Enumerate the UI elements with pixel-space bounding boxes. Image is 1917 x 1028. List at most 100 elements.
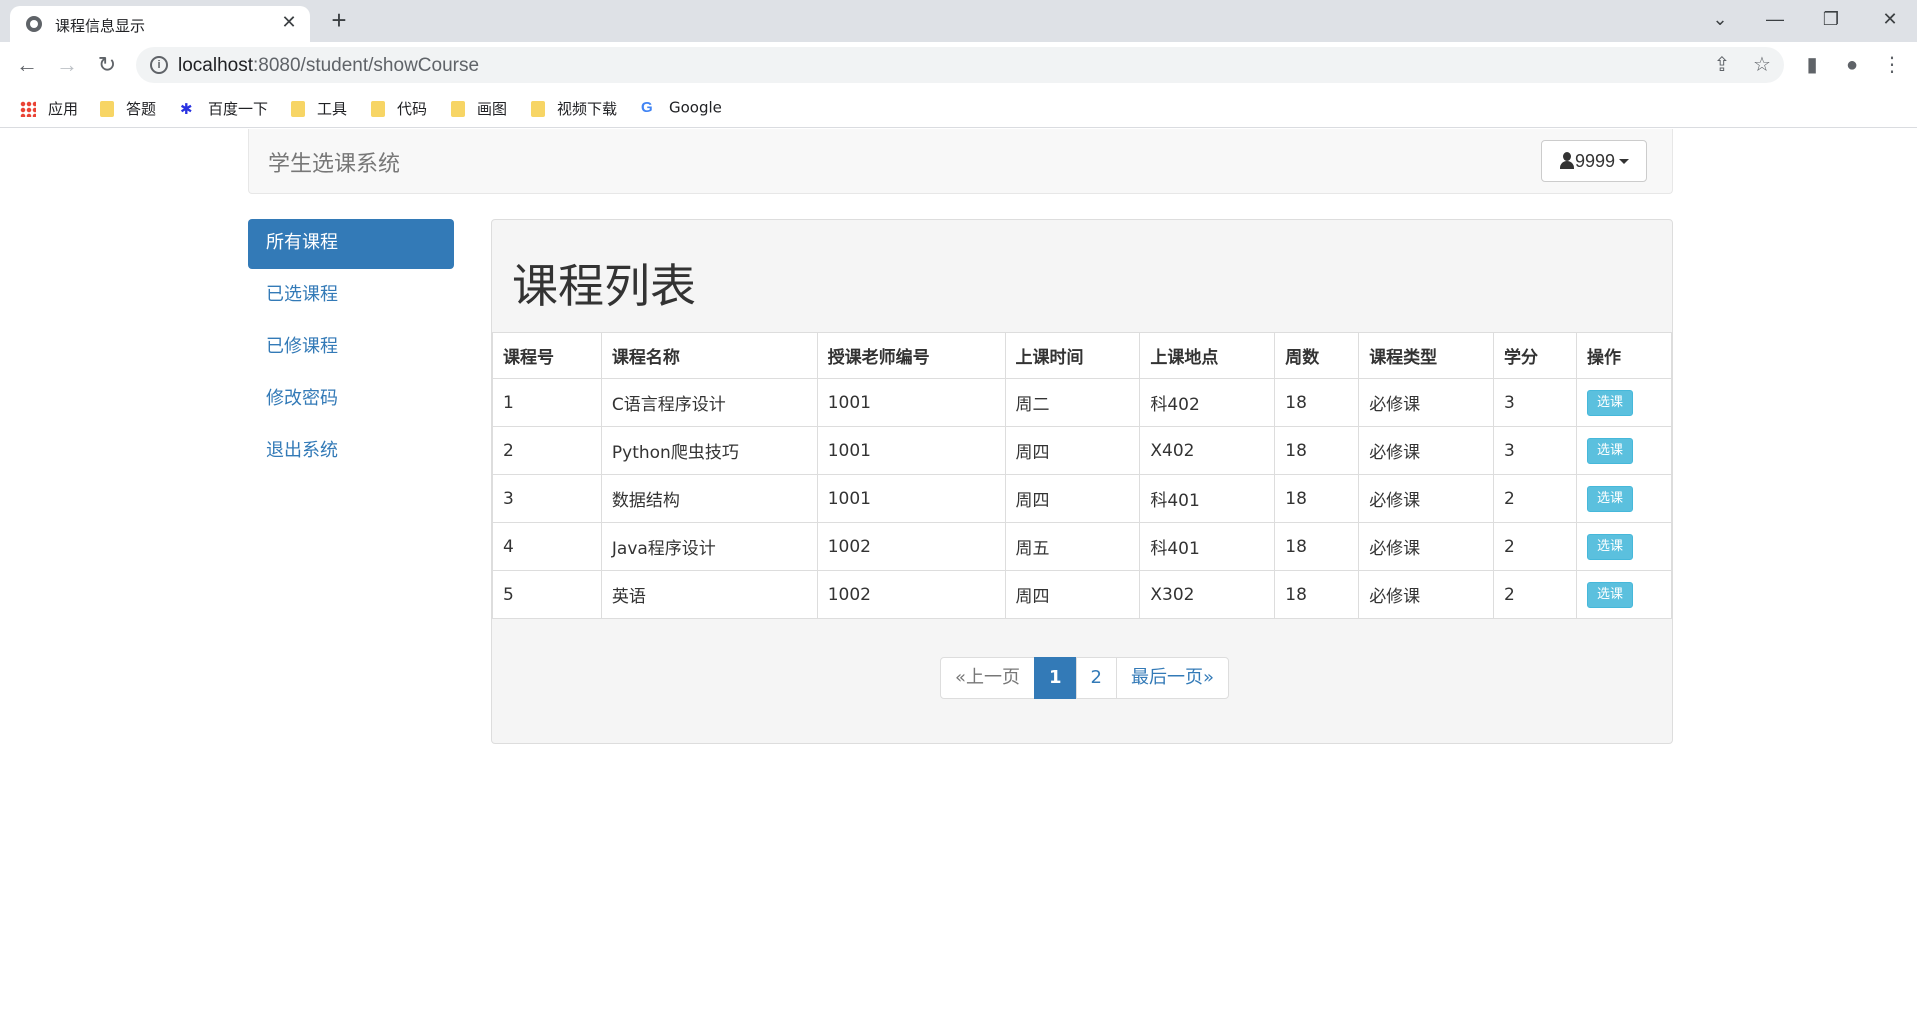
prev-page-link[interactable]: «上一页	[940, 657, 1036, 699]
select-course-button[interactable]: 选课	[1586, 581, 1633, 608]
cell-course-id: 5	[492, 570, 602, 619]
cell-time: 周五	[1004, 522, 1141, 571]
user-dropdown-button[interactable]: 9999	[1541, 140, 1647, 182]
cell-course-id: 4	[492, 522, 602, 571]
bookmark-folder[interactable]: 答题	[100, 98, 156, 118]
browser-tab[interactable]: 课程信息显示 ✕	[10, 6, 310, 42]
close-window-button[interactable]: ✕	[1867, 4, 1913, 34]
cell-credit: 3	[1493, 426, 1577, 475]
cell-credit: 3	[1493, 378, 1577, 427]
bookmark-folder[interactable]: 工具	[291, 98, 347, 118]
globe-icon	[26, 16, 42, 32]
share-icon[interactable]: ⇪	[1708, 51, 1736, 79]
cell-type: 必修课	[1358, 570, 1495, 619]
url-path: :8080/student/showCourse	[253, 55, 480, 76]
url-text[interactable]: localhost:8080/student/showCourse	[178, 55, 479, 77]
cell-location: 科402	[1139, 378, 1276, 427]
browser-chrome: 课程信息显示 ✕ + ⌄ — ❐ ✕ ← → ↻ i localhost:808…	[0, 0, 1917, 129]
select-course-button[interactable]: 选课	[1586, 389, 1633, 416]
select-course-button[interactable]: 选课	[1586, 437, 1633, 464]
folder-icon	[371, 100, 385, 117]
cell-course-name: C语言程序设计	[600, 378, 818, 427]
page-link-1[interactable]: 1	[1034, 657, 1077, 699]
minimize-button[interactable]: —	[1752, 4, 1798, 34]
cell-type: 必修课	[1358, 522, 1495, 571]
column-header: 课程名称	[600, 332, 818, 379]
cell-teacher-id: 1001	[816, 426, 1006, 475]
tab-search-icon[interactable]: ⌄	[1697, 4, 1743, 34]
sidebar-item-completed-courses[interactable]: 已修课程	[248, 323, 454, 373]
sidebar-item-all-courses[interactable]: 所有课程	[248, 219, 454, 269]
column-header: 学分	[1493, 332, 1577, 379]
cell-credit: 2	[1493, 522, 1577, 571]
column-header: 上课时间	[1004, 332, 1141, 379]
cell-teacher-id: 1001	[816, 378, 1006, 427]
cell-course-name: Java程序设计	[600, 522, 818, 571]
sidebar-item-logout[interactable]: 退出系统	[248, 427, 454, 477]
reload-icon[interactable]: ↻	[91, 49, 123, 81]
site-info-icon[interactable]: i	[150, 56, 168, 74]
sidebar-nav: 所有课程 已选课程 已修课程 修改密码 退出系统	[248, 219, 454, 479]
bookmark-star-icon[interactable]: ☆	[1748, 51, 1776, 79]
bookmark-folder[interactable]: 画图	[451, 98, 507, 118]
back-icon[interactable]: ←	[11, 49, 43, 81]
last-page-link[interactable]: 最后一页»	[1116, 657, 1230, 699]
bookmark-baidu[interactable]: ✱ 百度一下	[180, 98, 268, 118]
user-icon	[1559, 152, 1575, 169]
cell-type: 必修课	[1358, 426, 1495, 475]
page-title: 课程列表	[512, 259, 696, 313]
cell-location: X302	[1139, 570, 1276, 619]
course-panel: 课程列表 课程号 课程名称 授课老师编号 上课时间 上课地点 周数 课程类型 学…	[491, 219, 1673, 744]
table-row: 2 Python爬虫技巧 1001 周四 X402 18 必修课 3 选课	[492, 426, 1673, 475]
folder-icon	[291, 100, 305, 117]
forward-icon[interactable]: →	[51, 49, 83, 81]
close-tab-icon[interactable]: ✕	[278, 11, 300, 33]
menu-icon[interactable]: ⋮	[1878, 51, 1906, 79]
profile-icon[interactable]: ●	[1838, 51, 1866, 79]
browser-toolbar: ← → ↻ i localhost:8080/student/showCours…	[0, 42, 1917, 88]
restore-button[interactable]: ❐	[1808, 4, 1854, 34]
sidebar-item-selected-courses[interactable]: 已选课程	[248, 271, 454, 321]
cell-course-id: 3	[492, 474, 602, 523]
baidu-paw-icon: ✱	[180, 99, 193, 118]
cell-course-name: Python爬虫技巧	[600, 426, 818, 475]
cell-weeks: 18	[1274, 378, 1360, 427]
bookmark-folder[interactable]: 代码	[371, 98, 427, 118]
bookmark-apps[interactable]: 应用	[20, 98, 78, 118]
cell-action: 选课	[1575, 378, 1673, 427]
address-bar[interactable]: i localhost:8080/student/showCourse	[136, 47, 1784, 83]
cell-teacher-id: 1002	[816, 570, 1006, 619]
cell-type: 必修课	[1358, 474, 1495, 523]
cell-course-id: 2	[492, 426, 602, 475]
column-header: 课程号	[492, 332, 602, 379]
page-link-2[interactable]: 2	[1075, 657, 1117, 699]
cell-teacher-id: 1001	[816, 474, 1006, 523]
cell-credit: 2	[1493, 570, 1577, 619]
google-icon: G	[641, 98, 653, 116]
pagination: «上一页 1 2 最后一页»	[940, 657, 1230, 699]
sidebar-item-change-password[interactable]: 修改密码	[248, 375, 454, 425]
new-tab-button[interactable]: +	[325, 6, 353, 34]
select-course-button[interactable]: 选课	[1586, 533, 1633, 560]
cell-weeks: 18	[1274, 426, 1360, 475]
page-content: 学生选课系统 9999 所有课程 已选课程 已修课程 修改密码 退出系统 课程列…	[0, 129, 1917, 1028]
side-panel-icon[interactable]: ▮	[1798, 51, 1826, 79]
table-row: 3 数据结构 1001 周四 科401 18 必修课 2 选课	[492, 474, 1673, 523]
cell-course-name: 数据结构	[600, 474, 818, 523]
brand-title[interactable]: 学生选课系统	[268, 146, 400, 178]
bookmarks-bar: 应用 答题 ✱ 百度一下 工具 代码 画图 视频下载 G Google	[0, 88, 1917, 128]
select-course-button[interactable]: 选课	[1586, 485, 1633, 512]
cell-course-id: 1	[492, 378, 602, 427]
column-header: 授课老师编号	[816, 332, 1006, 379]
cell-action: 选课	[1575, 570, 1673, 619]
caret-down-icon	[1619, 159, 1630, 164]
cell-weeks: 18	[1274, 474, 1360, 523]
course-table: 课程号 课程名称 授课老师编号 上课时间 上课地点 周数 课程类型 学分 操作 …	[492, 332, 1673, 619]
bookmark-google[interactable]: G Google	[641, 98, 722, 118]
cell-location: X402	[1139, 426, 1276, 475]
table-row: 4 Java程序设计 1002 周五 科401 18 必修课 2 选课	[492, 522, 1673, 571]
apps-grid-icon	[20, 100, 36, 117]
cell-weeks: 18	[1274, 522, 1360, 571]
column-header: 上课地点	[1139, 332, 1276, 379]
bookmark-folder[interactable]: 视频下载	[531, 98, 617, 118]
